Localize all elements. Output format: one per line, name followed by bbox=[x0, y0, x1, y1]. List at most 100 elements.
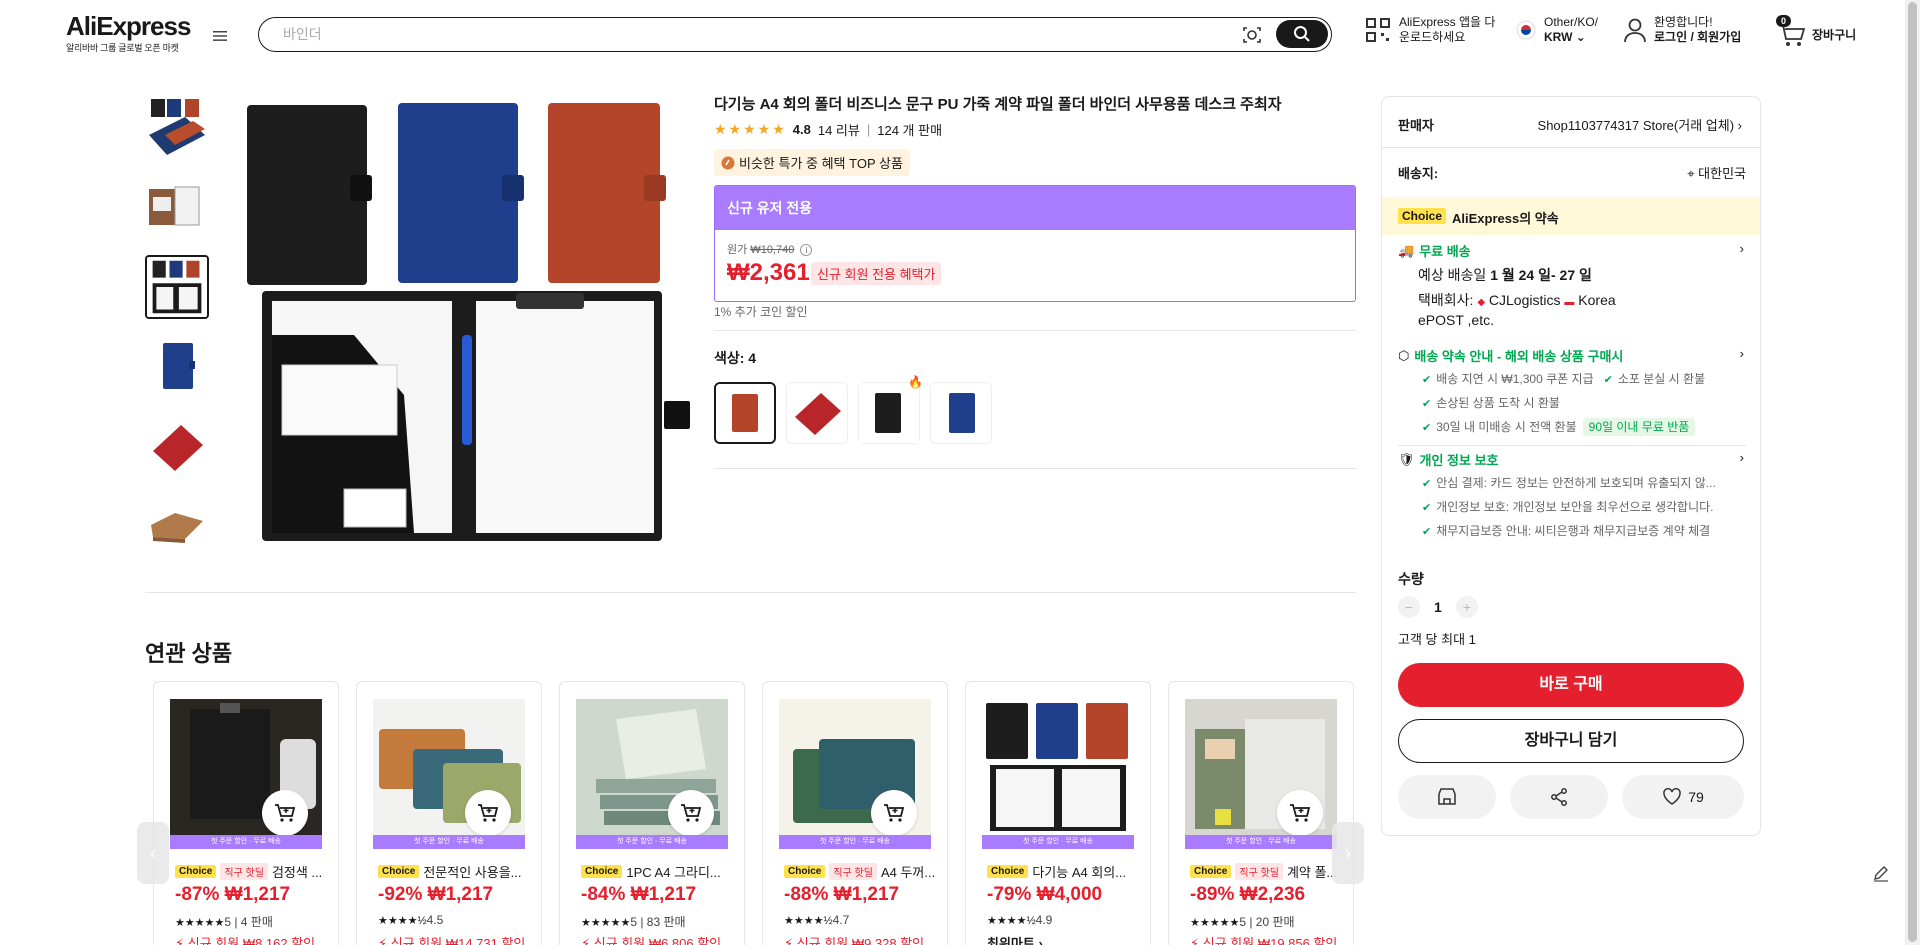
deal-tag: 직구 핫딜 bbox=[1235, 863, 1283, 880]
product-card-image bbox=[982, 699, 1134, 835]
search-icon bbox=[1294, 26, 1310, 42]
page-scrollbar[interactable] bbox=[1905, 0, 1920, 945]
medal-icon bbox=[721, 156, 735, 169]
shield-check-icon: 🛡 bbox=[1398, 451, 1415, 467]
product-card-name: A4 두꺼... bbox=[880, 865, 934, 880]
delivery-eta: 예상 배송일 1 월 24 일- 27 일 bbox=[1418, 267, 1592, 283]
coin-discount-note: 1% 추가 코인 할인 bbox=[714, 305, 808, 319]
thumbnail-list bbox=[145, 95, 209, 575]
camera-search-icon[interactable] bbox=[1241, 24, 1263, 46]
product-card[interactable]: 첫 주문 할인 · 무료 배송 Choice 직구 핫딜 A4 두꺼... -88%… bbox=[762, 681, 948, 945]
add-to-cart-button[interactable]: 장바구니 담기 bbox=[1398, 719, 1744, 763]
product-card-name: 1PC A4 그라디... bbox=[626, 865, 721, 880]
swatch-blue[interactable] bbox=[930, 382, 992, 444]
quantity-limit: 고객 당 최대 1 bbox=[1398, 632, 1476, 647]
chevron-right-icon[interactable]: › bbox=[1740, 346, 1744, 361]
sale-price: ₩2,361 bbox=[727, 259, 810, 286]
thumbnail-5[interactable] bbox=[145, 415, 209, 479]
product-card[interactable]: 첫 주문 할인 · 무료 배송 Choice 직구 핫딜 검정색 ... -87% … bbox=[153, 681, 339, 945]
currency-label: KRW ⌄ bbox=[1544, 30, 1586, 44]
carousel-prev-button[interactable]: ‹ bbox=[137, 822, 169, 884]
search-bar bbox=[258, 17, 1332, 52]
app-download-line2: 운로드하세요 bbox=[1399, 30, 1466, 44]
thumbnail-6[interactable] bbox=[145, 495, 209, 559]
choice-tag: Choice bbox=[175, 865, 217, 878]
product-card-price: -88% ₩1,217 bbox=[784, 884, 900, 905]
chevron-right-icon[interactable]: › bbox=[1740, 450, 1744, 465]
color-label: 색상: 4 bbox=[714, 350, 757, 366]
product-card-price: -79% ₩4,000 bbox=[987, 884, 1103, 905]
guarantee-item: ✔ 손상된 상품 도착 시 환불 bbox=[1422, 396, 1560, 410]
account-menu[interactable]: 환영합니다! 로그인 / 회원가입 bbox=[1622, 15, 1741, 45]
delivery-guarantee-row[interactable]: ⬡ 배송 약속 안내 - 해외 배송 상품 구매시 bbox=[1398, 346, 1623, 365]
info-icon[interactable]: i bbox=[800, 244, 813, 256]
free-shipping-row[interactable]: 🚚 무료 배송 bbox=[1398, 241, 1471, 260]
share-icon bbox=[1551, 788, 1567, 806]
app-download-link[interactable]: AliExpress 앱을 다 운로드하세요 bbox=[1365, 15, 1495, 45]
hamburger-menu-icon[interactable] bbox=[211, 27, 229, 45]
quantity-value: 1 bbox=[1434, 599, 1442, 615]
wishlist-button[interactable]: 79 bbox=[1622, 775, 1744, 819]
user-icon bbox=[1624, 18, 1646, 43]
product-card-rating: ★★★★½4.9 bbox=[987, 913, 1053, 927]
welcome-text: 환영합니다! bbox=[1654, 15, 1713, 29]
thumbnail-4[interactable] bbox=[145, 335, 209, 399]
add-to-cart-icon[interactable] bbox=[668, 790, 714, 836]
product-card-name: 검정색 ... bbox=[271, 865, 323, 880]
thumbnail-3[interactable] bbox=[145, 255, 209, 319]
product-card[interactable]: 첫 주문 할인 · 무료 배송 Choice 직구 핫딜 계약 폴... -89% … bbox=[1168, 681, 1354, 945]
heart-icon bbox=[1663, 788, 1681, 805]
reviews-link[interactable]: 14 리뷰 bbox=[818, 120, 860, 139]
choice-promise-bar: Choice AliExpress의 약속 bbox=[1382, 197, 1760, 235]
swatch-red[interactable] bbox=[786, 382, 848, 444]
locale-selector[interactable]: Other/KO/ KRW ⌄ bbox=[1516, 15, 1598, 45]
deal-tag: 직구 핫딜 bbox=[829, 863, 877, 880]
quantity-label: 수량 bbox=[1398, 571, 1424, 587]
shield-box-icon: ⬡ bbox=[1398, 347, 1410, 363]
decrease-button[interactable]: − bbox=[1398, 596, 1420, 618]
privacy-row[interactable]: 🛡 개인 정보 보호 bbox=[1398, 450, 1499, 469]
thumbnail-2[interactable] bbox=[145, 175, 209, 239]
divider bbox=[1382, 147, 1760, 148]
edit-pencil-icon[interactable] bbox=[1868, 860, 1894, 886]
store-button[interactable] bbox=[1398, 775, 1496, 819]
product-card[interactable]: 첫 주문 할인 · 무료 배송 Choice 다기능 A4 회의... -79% … bbox=[965, 681, 1151, 945]
privacy-item: ✔ 안심 결제: 카드 정보는 안전하게 보호되며 유출되지 않... bbox=[1422, 476, 1716, 490]
carrier-info: 택배회사: ◆ CJLogistics ▬ Korea bbox=[1418, 292, 1616, 308]
product-card-price: -87% ₩1,217 bbox=[175, 884, 291, 905]
product-card[interactable]: 첫 주문 할인 · 무료 배송 Choice 1PC A4 그라디... -84%… bbox=[559, 681, 745, 945]
chevron-down-icon: ⌄ bbox=[1575, 30, 1586, 44]
increase-button[interactable]: + bbox=[1455, 596, 1478, 618]
chevron-right-icon[interactable]: › bbox=[1740, 241, 1744, 256]
share-button[interactable] bbox=[1510, 775, 1608, 819]
main-product-image[interactable] bbox=[244, 95, 690, 545]
product-card[interactable]: 첫 주문 할인 · 무료 배송 Choice 전문적인 사용을... -92% ₩… bbox=[356, 681, 542, 945]
add-to-cart-icon[interactable] bbox=[1277, 790, 1323, 836]
product-card-name: 전문적인 사용을... bbox=[423, 865, 522, 880]
search-input[interactable] bbox=[283, 18, 1183, 50]
add-to-cart-icon[interactable] bbox=[262, 790, 308, 836]
add-to-cart-icon[interactable] bbox=[871, 790, 917, 836]
wishlist-count: 79 bbox=[1688, 789, 1704, 805]
purchase-panel: 판매자 Shop1103774317 Store(거래 업체) › 배송지: ⌖… bbox=[1381, 96, 1761, 836]
thumbnail-1[interactable] bbox=[145, 95, 209, 159]
promo-band: 첫 주문 할인 · 무료 배송 bbox=[170, 835, 322, 849]
divider bbox=[714, 468, 1356, 469]
guarantee-item: ✔ 배송 지연 시 ₩1,300 쿠폰 지급 ✔ 소포 분실 시 환불 bbox=[1422, 372, 1706, 386]
buy-now-button[interactable]: 바로 구매 bbox=[1398, 663, 1744, 707]
scrollbar-thumb[interactable] bbox=[1908, 2, 1917, 942]
aliexpress-logo[interactable]: AliExpress 알리바바 그룹 글로벌 오픈 마켓 bbox=[66, 12, 194, 54]
cart-link[interactable]: 장바구니 bbox=[1778, 22, 1856, 48]
product-card-coupon: ⚡ 신규 회원 ₩9,328 할인 bbox=[784, 936, 925, 945]
swatch-black[interactable]: 🔥 bbox=[858, 375, 923, 444]
search-button[interactable] bbox=[1276, 20, 1328, 48]
seller-link[interactable]: Shop1103774317 Store(거래 업체) › bbox=[1538, 115, 1742, 134]
hot-flame-icon: 🔥 bbox=[908, 375, 923, 389]
login-signup-link[interactable]: 로그인 / 회원가입 bbox=[1654, 30, 1741, 45]
store-link[interactable]: 최위마트 › bbox=[987, 933, 1043, 945]
carousel-next-button[interactable]: › bbox=[1332, 822, 1364, 884]
add-to-cart-icon[interactable] bbox=[465, 790, 511, 836]
swatch-brown[interactable] bbox=[714, 382, 776, 444]
original-price: 원가 ₩10,740 i bbox=[727, 241, 813, 257]
ship-to-selector[interactable]: ⌖ 대한민국 bbox=[1687, 163, 1746, 182]
